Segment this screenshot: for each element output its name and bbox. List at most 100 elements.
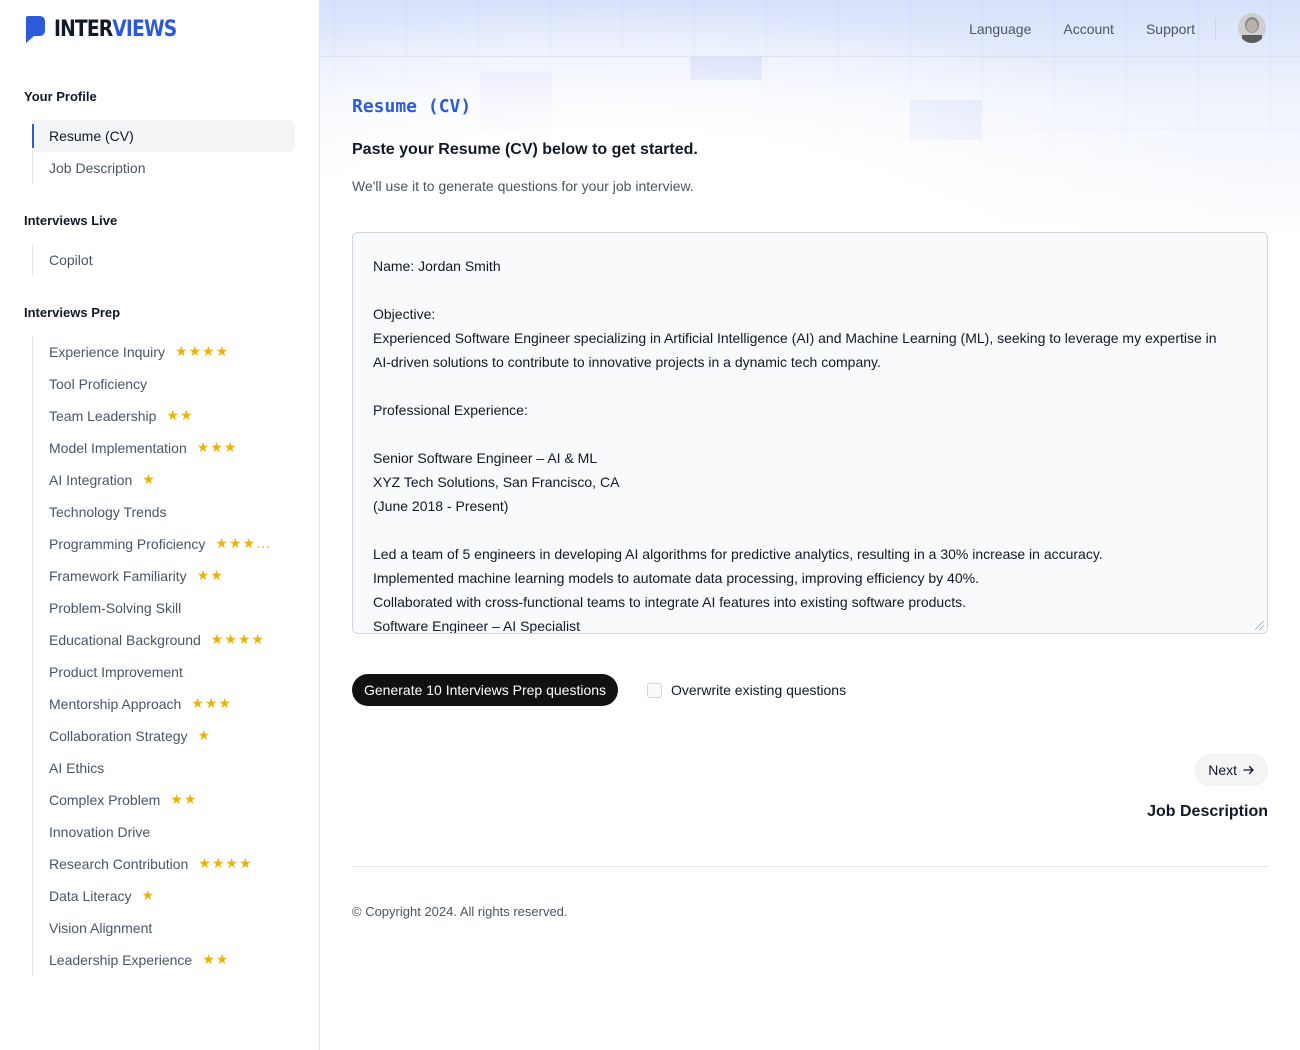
star-rating-icon: ★★★… bbox=[215, 536, 272, 552]
sidebar-item-label: Programming Proficiency bbox=[49, 536, 206, 552]
page-subtitle: Paste your Resume (CV) below to get star… bbox=[352, 141, 698, 158]
generate-questions-button[interactable]: Generate 10 Interviews Prep questions bbox=[352, 674, 619, 706]
resume-line bbox=[373, 422, 1247, 446]
logo[interactable]: INTERVIEWS bbox=[24, 14, 198, 44]
sidebar-item-data-literacy[interactable]: Data Literacy ★ bbox=[33, 880, 271, 912]
sidebar-item-innovation-drive[interactable]: Innovation Drive bbox=[33, 816, 271, 848]
next-page-title[interactable]: Job Description bbox=[1147, 803, 1268, 821]
sidebar-item-label: Mentorship Approach bbox=[49, 696, 182, 712]
nav-group-your-profile: Resume (CV) Job Description bbox=[32, 120, 295, 184]
resume-line: Professional Experience: bbox=[373, 402, 528, 418]
nav-group-interviews-live: Copilot bbox=[32, 244, 93, 276]
star-rating-icon: ★ bbox=[197, 728, 212, 744]
sidebar-item-label: Technology Trends bbox=[49, 504, 167, 520]
overwrite-label: Overwrite existing questions bbox=[671, 682, 847, 698]
sidebar-item-problem-solving-skill[interactable]: Problem-Solving Skill bbox=[33, 592, 271, 624]
sidebar-item-educational-background[interactable]: Educational Background ★★★★ bbox=[33, 624, 271, 656]
page-title: Resume (CV) bbox=[352, 96, 472, 117]
page-description: We'll use it to generate questions for y… bbox=[352, 178, 694, 194]
resume-line bbox=[373, 278, 1247, 302]
arrow-right-icon bbox=[1243, 765, 1254, 775]
star-rating-icon: ★ bbox=[141, 888, 156, 904]
sidebar-item-label: Job Description bbox=[49, 160, 146, 176]
section-title-interviews-live: Interviews Live bbox=[24, 213, 118, 228]
resume-line bbox=[373, 374, 1247, 398]
sidebar-item-experience-inquiry[interactable]: Experience Inquiry ★★★★ bbox=[33, 336, 271, 368]
star-rating-icon: ★ bbox=[142, 472, 156, 488]
sidebar-item-research-contribution[interactable]: Research Contribution ★★★★ bbox=[33, 848, 271, 880]
account-link[interactable]: Account bbox=[1063, 21, 1114, 37]
user-avatar-icon bbox=[1238, 13, 1266, 43]
star-rating-icon: ★★★★ bbox=[210, 632, 265, 648]
resume-line: (June 2018 - Present) bbox=[373, 498, 509, 514]
star-rating-icon: ★★ bbox=[196, 568, 224, 584]
resume-line: AI-driven solutions to contribute to inn… bbox=[373, 354, 881, 370]
star-rating-icon: ★★ bbox=[170, 792, 198, 808]
resize-handle-icon[interactable] bbox=[1255, 621, 1264, 630]
sidebar-item-technology-trends[interactable]: Technology Trends bbox=[33, 496, 271, 528]
star-rating-icon: ★★★★ bbox=[198, 856, 253, 872]
star-rating-icon: ★★ bbox=[202, 952, 230, 968]
sidebar-item-tool-proficiency[interactable]: Tool Proficiency bbox=[33, 368, 271, 400]
sidebar-item-programming-proficiency[interactable]: Programming Proficiency ★★★… bbox=[33, 528, 271, 560]
sidebar-item-team-leadership[interactable]: Team Leadership ★★ bbox=[33, 400, 271, 432]
sidebar-item-label: Leadership Experience bbox=[49, 952, 193, 968]
sidebar-item-job-description[interactable]: Job Description bbox=[33, 152, 295, 184]
sidebar-item-complex-problem[interactable]: Complex Problem ★★ bbox=[33, 784, 271, 816]
sidebar-item-label: Collaboration Strategy bbox=[49, 728, 188, 744]
sidebar-item-leadership-experience[interactable]: Leadership Experience ★★ bbox=[33, 944, 271, 976]
sidebar-item-label: Resume (CV) bbox=[49, 128, 134, 144]
overwrite-checkbox[interactable] bbox=[647, 682, 662, 698]
sidebar-item-ai-ethics[interactable]: AI Ethics bbox=[33, 752, 271, 784]
header-divider bbox=[1215, 18, 1216, 40]
sidebar-item-product-improvement[interactable]: Product Improvement bbox=[33, 656, 271, 688]
resume-textarea[interactable]: Name: Jordan Smith Objective: Experienced … bbox=[352, 232, 1268, 634]
sidebar-item-label: Product Improvement bbox=[49, 664, 183, 680]
sidebar-item-framework-familiarity[interactable]: Framework Familiarity ★★ bbox=[33, 560, 271, 592]
sidebar-item-mentorship-approach[interactable]: Mentorship Approach ★★★ bbox=[33, 688, 271, 720]
sidebar: INTERVIEWS Your Profile Resume (CV) Job D… bbox=[0, 0, 320, 1050]
sidebar-item-label: Data Literacy bbox=[49, 888, 132, 904]
logo-text: INTERVIEWS bbox=[54, 16, 177, 42]
sidebar-item-collaboration-strategy[interactable]: Collaboration Strategy ★ bbox=[33, 720, 271, 752]
resume-line: XYZ Tech Solutions, San Francisco, CA bbox=[373, 474, 620, 490]
sidebar-item-label: Experience Inquiry bbox=[49, 344, 165, 360]
sidebar-item-label: Team Leadership bbox=[49, 408, 157, 424]
sidebar-item-label: Model Implementation bbox=[49, 440, 187, 456]
resume-line: Experienced Software Engineer specializi… bbox=[373, 330, 1217, 346]
sidebar-item-copilot[interactable]: Copilot bbox=[33, 244, 93, 276]
sidebar-item-label: Research Contribution bbox=[49, 856, 189, 872]
sidebar-item-label: Tool Proficiency bbox=[49, 376, 148, 392]
sidebar-item-label: AI Ethics bbox=[49, 760, 105, 776]
next-button[interactable]: Next bbox=[1195, 754, 1268, 786]
section-title-your-profile: Your Profile bbox=[24, 89, 97, 104]
sidebar-item-label: Innovation Drive bbox=[49, 824, 151, 840]
avatar[interactable] bbox=[1238, 13, 1266, 43]
star-rating-icon: ★★★ bbox=[196, 440, 238, 456]
star-rating-icon: ★★ bbox=[166, 408, 194, 424]
sidebar-item-label: Complex Problem bbox=[49, 792, 161, 808]
resume-line: Objective: bbox=[373, 306, 436, 322]
resume-line: Collaborated with cross-functional teams… bbox=[373, 594, 966, 610]
resume-line: Name: Jordan Smith bbox=[373, 258, 501, 274]
sidebar-item-label: AI Integration bbox=[49, 472, 133, 488]
star-rating-icon: ★★★★ bbox=[174, 344, 230, 360]
sidebar-item-model-implementation[interactable]: Model Implementation ★★★ bbox=[33, 432, 271, 464]
resume-line: Software Engineer – AI Specialist bbox=[373, 618, 581, 634]
sidebar-item-ai-integration[interactable]: AI Integration ★ bbox=[33, 464, 271, 496]
sidebar-item-label: Educational Background bbox=[49, 632, 201, 648]
sidebar-item-vision-alignment[interactable]: Vision Alignment bbox=[33, 912, 271, 944]
sidebar-item-label: Problem-Solving Skill bbox=[49, 600, 182, 616]
sidebar-item-resume-cv[interactable]: Resume (CV) bbox=[32, 120, 295, 152]
language-link[interactable]: Language bbox=[969, 21, 1031, 37]
logo-icon bbox=[26, 16, 45, 43]
section-title-interviews-prep: Interviews Prep bbox=[24, 305, 121, 320]
resume-line bbox=[373, 518, 1247, 542]
resume-line: Led a team of 5 engineers in developing … bbox=[373, 546, 1103, 562]
overwrite-checkbox-row[interactable]: Overwrite existing questions bbox=[647, 682, 846, 698]
sidebar-item-label: Copilot bbox=[49, 252, 93, 268]
support-link[interactable]: Support bbox=[1146, 21, 1195, 37]
top-nav: Language Account Support bbox=[969, 0, 1195, 57]
copyright-text: © Copyright 2024. All rights reserved. bbox=[352, 904, 568, 919]
nav-group-interviews-prep: Experience Inquiry ★★★★ Tool Proficiency Te… bbox=[32, 336, 271, 976]
